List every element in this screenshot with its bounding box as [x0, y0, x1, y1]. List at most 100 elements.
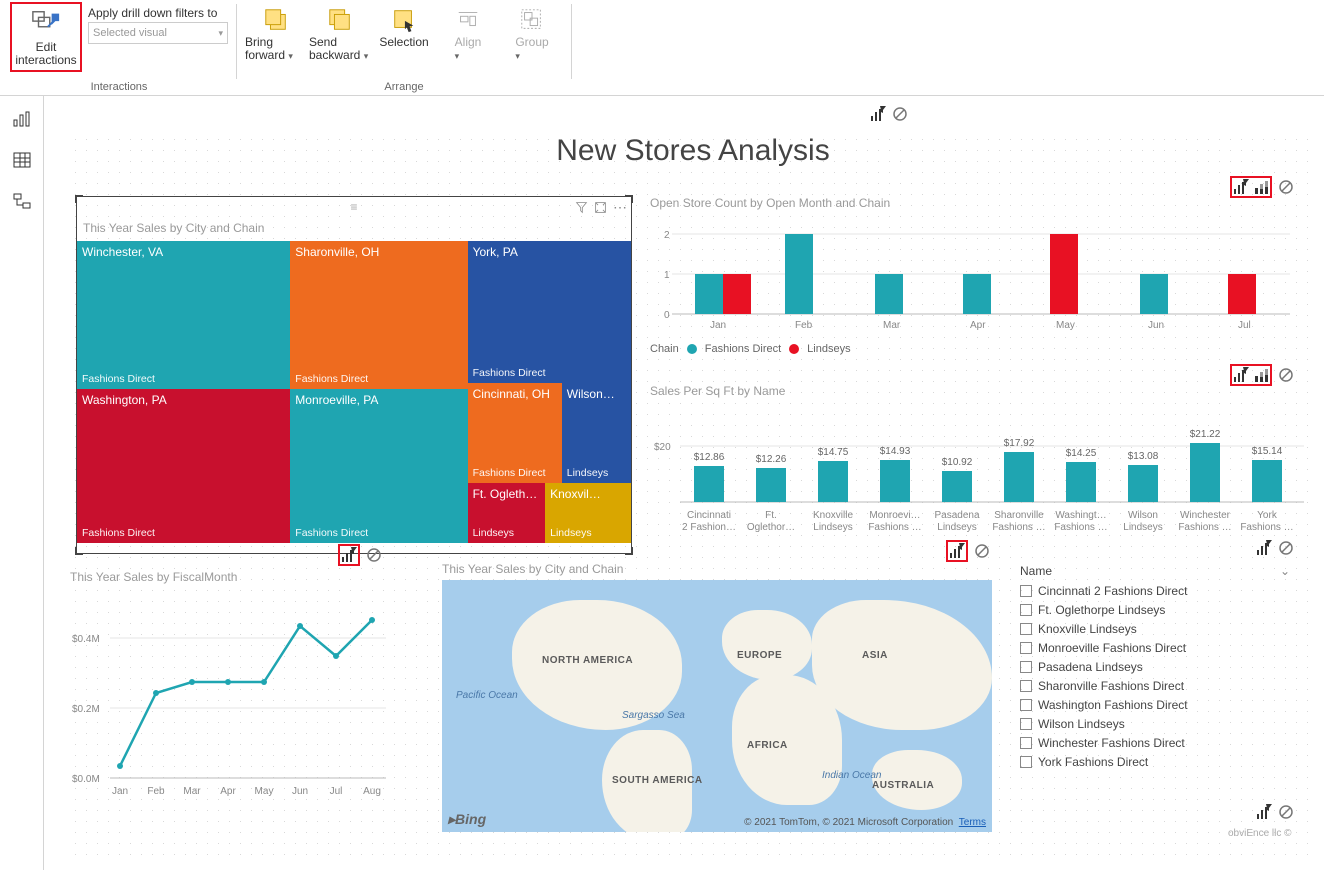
sqft-title: Sales Per Sq Ft by Name — [650, 384, 1308, 398]
interaction-icons-attribution[interactable] — [1256, 804, 1294, 820]
drill-filter-dropdown[interactable]: Selected visual ▾ — [88, 22, 228, 44]
chevron-down-icon[interactable]: ⌄ — [1280, 564, 1290, 578]
filter-interaction-icon[interactable] — [1233, 179, 1249, 195]
none-interaction-icon[interactable] — [1278, 179, 1294, 195]
chevron-down-icon: ▾ — [218, 28, 223, 39]
highlight-interaction-icon[interactable] — [1253, 367, 1269, 383]
svg-text:Washingt…: Washingt… — [1055, 510, 1106, 521]
page-title: New Stores Analysis — [70, 134, 1316, 168]
interaction-icons-title[interactable] — [870, 106, 908, 122]
view-switcher — [0, 96, 44, 870]
send-backward-button[interactable]: Send backward ▾ — [309, 2, 371, 72]
svg-text:$0.2M: $0.2M — [72, 704, 100, 715]
none-interaction-icon[interactable] — [892, 106, 908, 122]
svg-text:$13.08: $13.08 — [1128, 451, 1159, 462]
filter-interaction-icon[interactable] — [870, 106, 886, 122]
filter-interaction-icon[interactable] — [1256, 540, 1272, 556]
filter-interaction-icon[interactable] — [341, 547, 357, 563]
focus-mode-icon[interactable] — [594, 201, 607, 214]
slicer-item[interactable]: Pasadena Lindseys — [1020, 657, 1290, 676]
drill-filter-section: Apply drill down filters to Selected vis… — [88, 2, 228, 44]
drag-handle-icon[interactable]: ≡ — [350, 200, 357, 214]
none-interaction-icon[interactable] — [1278, 540, 1294, 556]
bring-forward-button[interactable]: Bring forward ▾ — [245, 2, 307, 72]
svg-text:1: 1 — [664, 270, 670, 281]
none-interaction-icon[interactable] — [1278, 367, 1294, 383]
filter-icon[interactable] — [575, 201, 588, 214]
slicer-item[interactable]: Cincinnati 2 Fashions Direct — [1020, 581, 1290, 600]
svg-text:Mar: Mar — [183, 786, 201, 797]
filter-interaction-icon[interactable] — [1233, 367, 1249, 383]
sqft-chart[interactable]: Sales Per Sq Ft by Name $20 $12.86 $12.2… — [650, 384, 1308, 554]
slicer-item[interactable]: York Fashions Direct — [1020, 752, 1290, 771]
svg-text:York: York — [1257, 510, 1278, 521]
slicer-item[interactable]: Wilson Lindseys — [1020, 714, 1290, 733]
interaction-icons-slicer[interactable] — [1256, 540, 1294, 556]
slicer-item[interactable]: Knoxville Lindseys — [1020, 619, 1290, 638]
align-button[interactable]: Align▾ — [437, 2, 499, 72]
treemap-cell[interactable]: Monroeville, PAFashions Direct — [290, 389, 467, 543]
slicer-item[interactable]: Sharonville Fashions Direct — [1020, 676, 1290, 695]
svg-text:Lindseys: Lindseys — [937, 522, 976, 533]
svg-text:$15.14: $15.14 — [1252, 446, 1283, 457]
more-options-icon[interactable]: ⋯ — [613, 199, 627, 216]
filter-interaction-icon[interactable] — [1256, 804, 1272, 820]
edit-interactions-button[interactable]: Edit interactions — [10, 2, 82, 72]
treemap-cell[interactable]: Wilson…Lindseys — [562, 383, 631, 483]
slicer-item[interactable]: Washington Fashions Direct — [1020, 695, 1290, 714]
report-canvas[interactable]: New Stores Analysis ≡ ⋯ This Year Sales … — [44, 96, 1324, 870]
slicer-item[interactable]: Winchester Fashions Direct — [1020, 733, 1290, 752]
treemap-cell[interactable]: Winchester, VAFashions Direct — [77, 241, 290, 389]
svg-text:$12.86: $12.86 — [694, 452, 725, 463]
slicer-item[interactable]: Ft. Oglethorpe Lindseys — [1020, 600, 1290, 619]
svg-text:Jul: Jul — [330, 786, 343, 797]
none-interaction-icon[interactable] — [974, 543, 990, 559]
treemap-cell[interactable]: Knoxvil…Lindseys — [545, 483, 631, 543]
ribbon-format-tab: Edit interactions Apply drill down filte… — [0, 0, 1324, 96]
svg-text:$17.92: $17.92 — [1004, 438, 1035, 449]
report-view-icon[interactable] — [12, 110, 32, 131]
treemap-title: This Year Sales by City and Chain — [83, 221, 625, 235]
treemap-cell[interactable]: Ft. Ogleth…Lindseys — [468, 483, 546, 543]
svg-text:Aug: Aug — [363, 786, 381, 797]
svg-text:$0.4M: $0.4M — [72, 634, 100, 645]
selection-pane-button[interactable]: Selection — [373, 2, 435, 72]
svg-text:Feb: Feb — [147, 786, 165, 797]
bing-map[interactable]: NORTH AMERICA SOUTH AMERICA EUROPE AFRIC… — [442, 580, 992, 832]
interaction-icons-map[interactable] — [946, 540, 990, 562]
treemap-cell[interactable]: Washington, PAFashions Direct — [77, 389, 290, 543]
filter-interaction-icon[interactable] — [949, 543, 965, 559]
store-count-chart[interactable]: Open Store Count by Open Month and Chain… — [650, 196, 1300, 371]
group-icon — [518, 6, 546, 34]
svg-text:Cincinnati: Cincinnati — [687, 510, 731, 521]
svg-text:Ft.: Ft. — [765, 510, 777, 521]
report-page: New Stores Analysis ≡ ⋯ This Year Sales … — [70, 134, 1316, 864]
svg-text:$10.92: $10.92 — [942, 457, 973, 468]
interaction-icons-sqft[interactable] — [1230, 364, 1294, 386]
map-visual[interactable]: This Year Sales by City and Chain NORTH … — [442, 562, 992, 834]
highlight-interaction-icon[interactable] — [1253, 179, 1269, 195]
data-view-icon[interactable] — [12, 151, 32, 172]
svg-text:Fashions …: Fashions … — [1178, 522, 1231, 533]
model-view-icon[interactable] — [12, 192, 32, 213]
visual-header: ≡ ⋯ — [77, 197, 631, 217]
treemap-cell[interactable]: Cincinnati, OHFashions Direct — [468, 383, 562, 483]
svg-text:Mar: Mar — [883, 320, 901, 331]
slicer-item[interactable]: Monroeville Fashions Direct — [1020, 638, 1290, 657]
svg-text:2: 2 — [664, 230, 670, 241]
treemap-cell[interactable]: York, PAFashions Direct — [468, 241, 631, 383]
drill-filter-label: Apply drill down filters to — [88, 6, 228, 20]
store-count-legend: Chain Fashions Direct Lindseys — [650, 343, 1300, 355]
none-interaction-icon[interactable] — [1278, 804, 1294, 820]
svg-text:Knoxville: Knoxville — [813, 510, 853, 521]
name-slicer[interactable]: Name ⌄ Cincinnati 2 Fashions Direct Ft. … — [1020, 562, 1290, 822]
line-chart-visual[interactable]: This Year Sales by FiscalMonth $0.4M $0.… — [70, 570, 408, 840]
treemap-visual[interactable]: ≡ ⋯ This Year Sales by City and Chain Wi… — [76, 196, 632, 554]
interaction-icons-storecount[interactable] — [1230, 176, 1294, 198]
group-button[interactable]: Group▾ — [501, 2, 563, 72]
interaction-icons-line[interactable] — [338, 544, 382, 566]
map-terms-link[interactable]: Terms — [959, 817, 986, 828]
treemap-cell[interactable]: Sharonville, OHFashions Direct — [290, 241, 467, 389]
none-interaction-icon[interactable] — [366, 547, 382, 563]
slicer-header[interactable]: Name ⌄ — [1020, 562, 1290, 581]
